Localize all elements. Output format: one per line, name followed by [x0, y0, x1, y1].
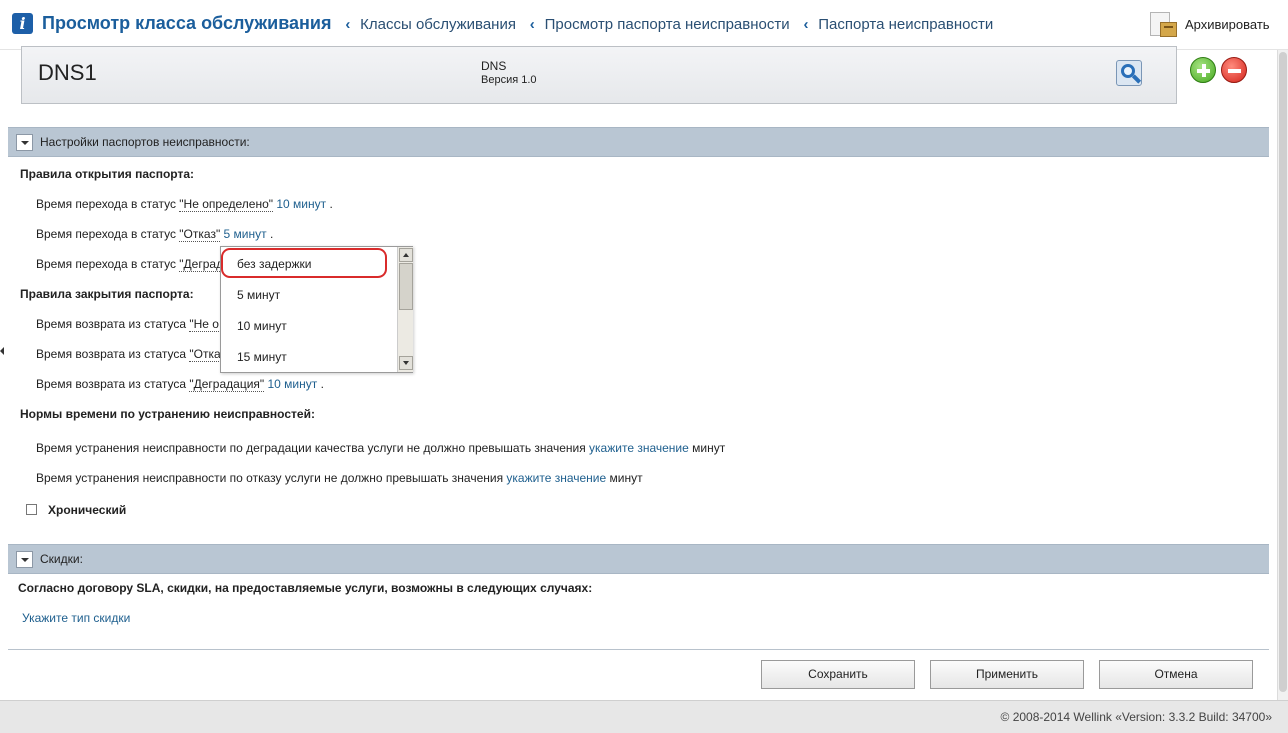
breadcrumb-separator: ‹ — [803, 16, 809, 33]
scroll-thumb[interactable] — [399, 263, 413, 310]
divider — [8, 649, 1269, 650]
dropdown-option-5-min[interactable]: 5 минут — [237, 288, 280, 302]
top-bar: i Просмотр класса обслуживания ‹ Классы … — [0, 0, 1288, 50]
norms-title: Нормы времени по устранению неисправност… — [20, 407, 315, 421]
page-scroll-thumb[interactable] — [1279, 52, 1287, 692]
section-title: Скидки: — [40, 552, 83, 566]
discounts-description: Согласно договору SLA, скидки, на предос… — [18, 581, 593, 595]
close-rules-title: Правила закрытия паспорта: — [20, 287, 194, 301]
section-passport-settings: Настройки паспортов неисправности: — [8, 127, 1269, 157]
status-name: "Не о — [189, 317, 219, 332]
open-rule-degradation: Время перехода в статус "Деграда — [36, 257, 230, 272]
entity-type: DNS — [481, 59, 507, 73]
entity-panel: DNS1 DNS Версия 1.0 — [21, 46, 1177, 104]
norm-degradation: Время устранения неисправности по деград… — [36, 441, 726, 455]
chevron-down-icon[interactable] — [16, 134, 33, 151]
status-name: "Отказ" — [179, 227, 221, 242]
breadcrumb-passport-view[interactable]: Просмотр паспорта неисправности — [545, 16, 790, 33]
page-scrollbar[interactable] — [1277, 50, 1288, 700]
open-rule-failure: Время перехода в статус "Отказ" 5 минут … — [36, 227, 274, 242]
status-name: "Не определено" — [179, 197, 273, 212]
dropdown-scrollbar[interactable] — [397, 247, 413, 372]
archive-button[interactable]: Архивировать — [1148, 8, 1270, 40]
info-icon: i — [12, 13, 33, 34]
delay-dropdown[interactable]: без задержки 5 минут 10 минут 15 минут — [220, 246, 413, 373]
chronic-checkbox[interactable] — [26, 504, 37, 515]
footer: © 2008-2014 Wellink «Version: 3.3.2 Buil… — [0, 700, 1288, 733]
chronic-label: Хронический — [48, 503, 127, 517]
dropdown-option-no-delay[interactable]: без задержки — [237, 257, 312, 271]
close-rule-failure: Время возврата из статуса "Отка — [36, 347, 221, 362]
open-rule-undefined: Время перехода в статус "Не определено" … — [36, 197, 333, 212]
discount-type-link[interactable]: Укажите тип скидки — [22, 611, 130, 625]
degradation-value-link[interactable]: укажите значение — [589, 441, 689, 455]
breadcrumb-separator: ‹ — [529, 16, 535, 33]
scroll-down-icon[interactable] — [399, 356, 413, 370]
open-failure-time-link[interactable]: 5 минут — [224, 227, 267, 241]
breadcrumb-service-classes[interactable]: Классы обслуживания — [360, 16, 516, 33]
close-degradation-time-link[interactable]: 10 минут — [268, 377, 318, 391]
breadcrumb-passports[interactable]: Паспорта неисправности — [818, 16, 993, 33]
dropdown-option-15-min[interactable]: 15 минут — [237, 350, 287, 364]
entity-name: DNS1 — [38, 60, 97, 85]
norm-failure: Время устранения неисправности по отказу… — [36, 471, 643, 485]
search-icon[interactable] — [1116, 60, 1142, 86]
breadcrumb-separator: ‹ — [345, 16, 351, 33]
archive-icon — [1148, 8, 1180, 40]
page-title: Просмотр класса обслуживания — [42, 13, 332, 33]
status-name: "Деградация" — [189, 377, 265, 392]
add-icon[interactable] — [1190, 57, 1216, 83]
apply-button[interactable]: Применить — [930, 660, 1084, 689]
section-discounts: Скидки: — [8, 544, 1269, 574]
copyright: © 2008-2014 Wellink «Version: 3.3.2 Buil… — [1000, 710, 1272, 724]
status-name: "Отка — [189, 347, 221, 362]
failure-value-link[interactable]: укажите значение — [506, 471, 606, 485]
chevron-down-icon[interactable] — [16, 551, 33, 568]
cancel-button[interactable]: Отмена — [1099, 660, 1253, 689]
breadcrumb: Просмотр класса обслуживания ‹ Классы об… — [42, 13, 993, 34]
open-undefined-time-link[interactable]: 10 минут — [276, 197, 326, 211]
close-rule-degradation: Время возврата из статуса "Деградация" 1… — [36, 377, 324, 392]
open-rules-title: Правила открытия паспорта: — [20, 167, 194, 181]
close-rule-undefined: Время возврата из статуса "Не о — [36, 317, 219, 332]
entity-version: Версия 1.0 — [481, 74, 537, 86]
dropdown-option-10-min[interactable]: 10 минут — [237, 319, 287, 333]
remove-icon[interactable] — [1221, 57, 1247, 83]
archive-label: Архивировать — [1185, 16, 1270, 32]
save-button[interactable]: Сохранить — [761, 660, 915, 689]
collapse-left-icon[interactable] — [0, 347, 4, 355]
section-title: Настройки паспортов неисправности: — [40, 135, 250, 149]
scroll-up-icon[interactable] — [399, 248, 413, 262]
